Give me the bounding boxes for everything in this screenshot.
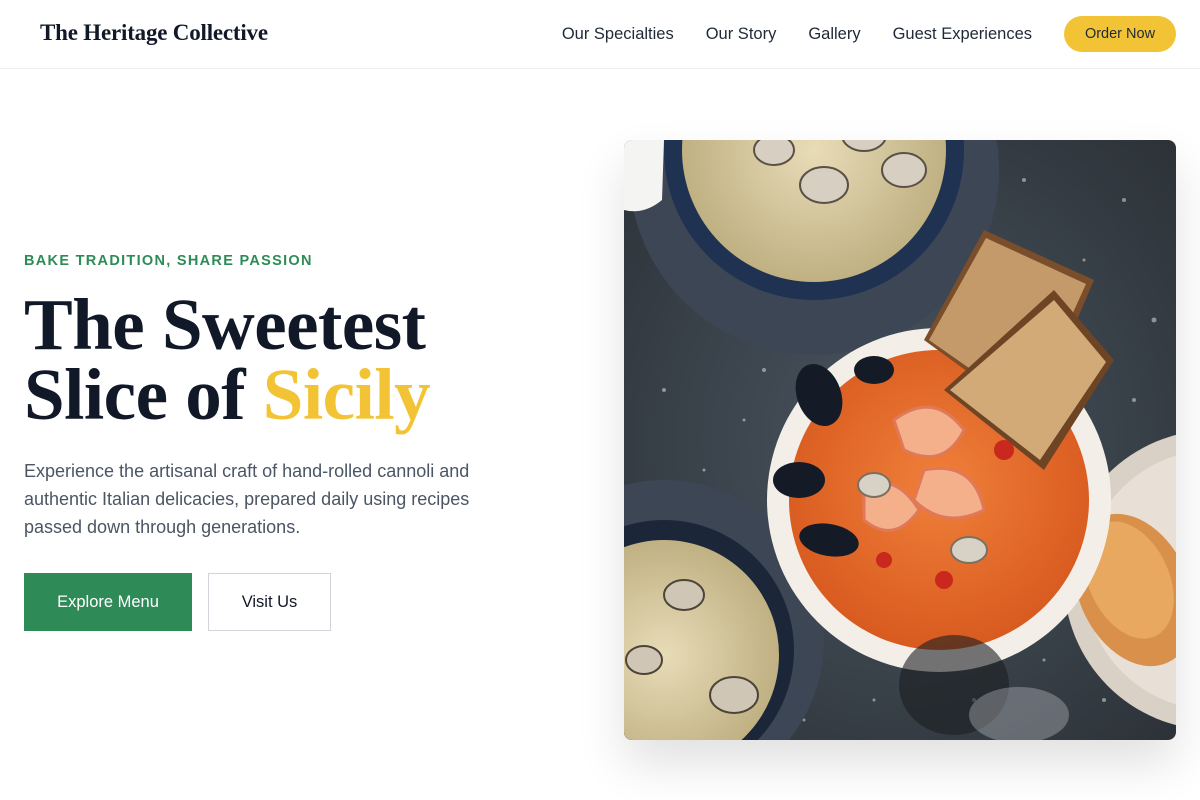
brand-logo[interactable]: The Heritage Collective [40, 20, 268, 46]
nav-link-our-story[interactable]: Our Story [706, 16, 777, 52]
seafood-dish-illustration [624, 140, 1176, 740]
headline-line-2: Slice of [24, 354, 263, 435]
headline-line-1: The Sweetest [24, 284, 426, 365]
hero-headline: The Sweetest Slice of Sicily [24, 288, 544, 431]
nav-link-guest-experiences[interactable]: Guest Experiences [893, 16, 1032, 52]
hero-eyebrow: BAKE TRADITION, SHARE PASSION [24, 253, 313, 269]
headline-accent: Sicily [262, 354, 431, 435]
nav-link-gallery[interactable]: Gallery [808, 16, 860, 52]
main-nav: Our Specialties Our Story Gallery Guest … [562, 16, 1176, 52]
site-header: The Heritage Collective Our Specialties … [0, 0, 1200, 69]
explore-menu-button[interactable]: Explore Menu [24, 573, 192, 631]
hero-food-image [624, 140, 1176, 740]
hero-description: Experience the artisanal craft of hand-r… [24, 461, 470, 537]
order-now-button[interactable]: Order Now [1064, 16, 1176, 52]
nav-link-specialties[interactable]: Our Specialties [562, 16, 674, 52]
visit-us-button[interactable]: Visit Us [208, 573, 331, 631]
